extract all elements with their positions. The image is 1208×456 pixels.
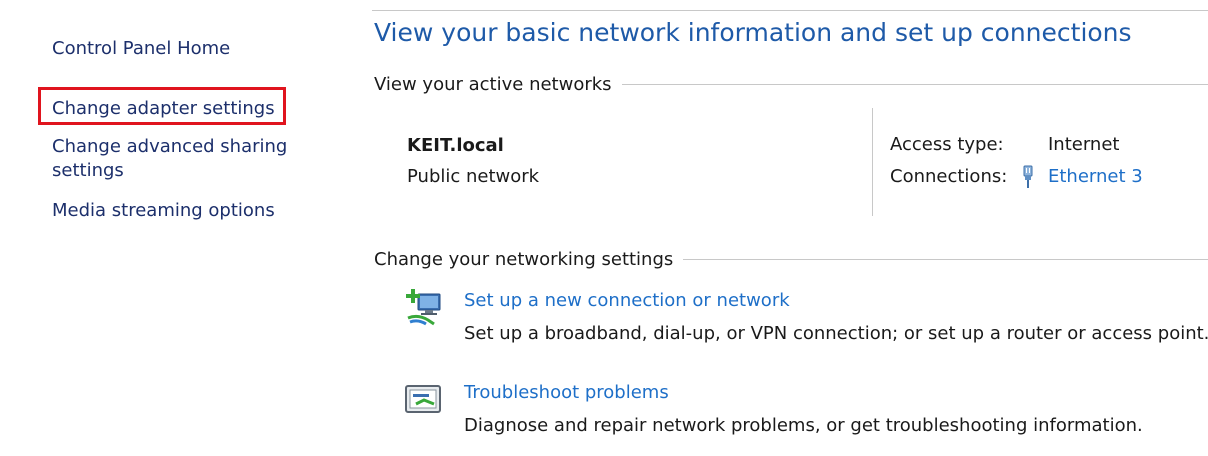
networking-settings-heading-text: Change your networking settings [374,249,674,270]
nav-control-panel-home[interactable]: Control Panel Home [52,37,230,61]
network-name: KEIT.local [407,135,504,156]
vertical-divider [872,108,873,216]
network-type[interactable]: Public network [407,166,539,187]
top-divider [372,10,1208,11]
new-connection-icon [406,289,441,326]
highlight-box [38,87,286,125]
troubleshoot-problems-link[interactable]: Troubleshoot problems [464,382,669,403]
troubleshoot-problems-description: Diagnose and repair network problems, or… [464,415,1143,436]
section-divider [621,84,1208,85]
nav-change-advanced-sharing-settings[interactable]: Change advanced sharing settings [52,135,302,183]
setup-new-connection-link[interactable]: Set up a new connection or network [464,290,790,311]
active-networks-heading-text: View your active networks [374,74,612,95]
setup-new-connection-description: Set up a broadband, dial-up, or VPN conn… [464,323,1208,344]
network-sharing-center: Control Panel Home Change adapter settin… [0,0,1208,456]
ethernet-icon [1023,165,1033,188]
connections-label: Connections: [890,166,1008,187]
access-type-label: Access type: [890,134,1004,155]
ethernet-connection-link[interactable]: Ethernet 3 [1048,166,1143,187]
nav-media-streaming-options[interactable]: Media streaming options [52,199,275,223]
networking-settings-heading: Change your networking settings [374,249,1208,270]
active-networks-heading: View your active networks [374,74,1208,95]
access-type-value: Internet [1048,134,1120,155]
page-title: View your basic network information and … [374,18,1132,47]
section-divider [683,259,1208,260]
troubleshoot-icon [405,385,441,413]
